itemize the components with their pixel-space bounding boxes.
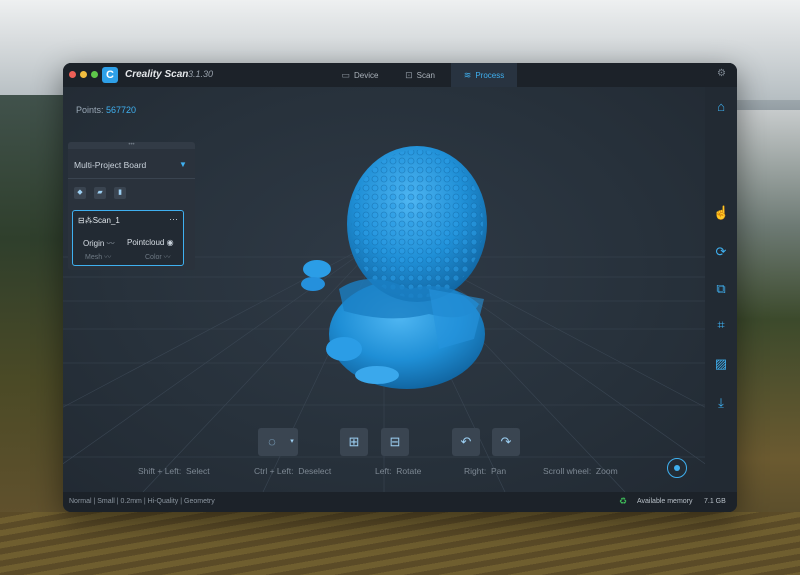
title-bar: C Creality Scan 3.1.30 ▭ Device ⊡ Scan ≋ Pr…	[63, 63, 737, 87]
scan-card[interactable]: ⊟⁂Scan_1 ··· Origin 〰 Pointcloud ◉ Mesh …	[72, 210, 184, 266]
eye-icon: ◉	[166, 238, 174, 247]
merge-icon[interactable]: ⧉	[713, 281, 729, 297]
folder-icon[interactable]: ▰	[94, 187, 106, 199]
desktop-wallpaper-right	[730, 110, 800, 575]
memory-label: Available memory	[637, 498, 693, 505]
trash-icon[interactable]: ▮	[114, 187, 126, 199]
lasso-icon[interactable]: ⟳	[713, 244, 729, 260]
home-icon[interactable]: ⌂	[713, 99, 729, 115]
tab-scan-label: Scan	[416, 71, 435, 80]
download-icon[interactable]: ⤓	[713, 395, 729, 411]
select-dropdown-icon[interactable]: ▾	[286, 428, 298, 456]
memory-value: 7.1 GB	[704, 498, 726, 505]
points-value: 567720	[106, 105, 137, 115]
tab-device[interactable]: ▭ Device	[329, 63, 391, 87]
hand-pointer-icon[interactable]: ☝	[713, 205, 729, 221]
scan-settings-summary: Normal | Small | 0.2mm | Hi-Quality | Ge…	[69, 498, 215, 505]
color-toggle[interactable]: Color 〰	[145, 252, 171, 262]
points-label: Points:	[76, 105, 104, 115]
app-window: C Creality Scan 3.1.30 ▭ Device ⊡ Scan ≋ Pr…	[63, 63, 737, 512]
panel-divider	[68, 178, 195, 179]
tab-device-label: Device	[354, 71, 379, 80]
mesh-toggle[interactable]: Mesh 〰	[85, 252, 111, 262]
close-window-button[interactable]	[69, 71, 76, 78]
app-logo-icon: C	[102, 67, 118, 83]
hint-rotate: Left: Rotate	[375, 466, 422, 476]
lasso-select-icon[interactable]: ◌	[258, 428, 286, 456]
app-version: 3.1.30	[188, 69, 214, 79]
device-icon: ▭	[341, 70, 351, 80]
tab-scan[interactable]: ⊡ Scan	[395, 63, 445, 87]
pointcloud-toggle[interactable]: Pointcloud ◉	[127, 238, 174, 247]
tab-process-label: Process	[475, 71, 505, 80]
redo-icon[interactable]: ↷	[492, 428, 520, 456]
hint-deselect: Ctrl + Left: Deselect	[254, 466, 332, 476]
tab-process[interactable]: ≋ Process	[451, 63, 517, 87]
desktop-wallpaper-left	[0, 95, 70, 575]
image-icon[interactable]: ▨	[713, 356, 729, 372]
right-toolbar: ⌂ ☝ ⟳ ⧉ ⌗ ▨ ⤓	[705, 87, 737, 492]
chevron-down-icon[interactable]: ▼	[179, 160, 187, 169]
hint-zoom: Scroll wheel: Zoom	[543, 466, 618, 476]
memory-icon: ♻	[619, 496, 628, 506]
gear-icon[interactable]: ⚙	[717, 68, 726, 79]
status-bar: Normal | Small | 0.2mm | Hi-Quality | Ge…	[63, 492, 737, 512]
hint-select: Shift + Left: Select	[138, 466, 210, 476]
cube-icon[interactable]: ◆	[74, 187, 86, 199]
scan-icon: ⊡	[405, 70, 413, 80]
points-readout: Points: 567720	[76, 105, 136, 115]
scan-name: ⊟⁂Scan_1	[78, 216, 120, 225]
hint-pan: Right: Pan	[464, 466, 507, 476]
desktop-wallpaper-vineyard	[0, 512, 800, 575]
app-name: Creality Scan	[125, 69, 189, 80]
process-icon: ≋	[463, 70, 472, 80]
more-options-icon[interactable]: ···	[169, 214, 178, 224]
select-all-icon[interactable]: ⊞	[340, 428, 368, 456]
undo-icon[interactable]: ↶	[452, 428, 480, 456]
recenter-icon[interactable]	[667, 458, 687, 478]
panel-title: Multi-Project Board	[74, 160, 147, 170]
zoom-window-button[interactable]	[91, 71, 98, 78]
panel-drag-handle[interactable]: •••	[68, 142, 195, 149]
origin-toggle[interactable]: Origin 〰	[83, 238, 115, 249]
invert-select-icon[interactable]: ⊟	[381, 428, 409, 456]
scanned-model[interactable]	[299, 139, 499, 389]
multi-project-board: ••• Multi-Project Board ▼ ◆ ▰ ▮ ⊟⁂Scan_1…	[68, 142, 195, 270]
chip-icon[interactable]: ⌗	[713, 317, 729, 333]
minimize-window-button[interactable]	[80, 71, 87, 78]
